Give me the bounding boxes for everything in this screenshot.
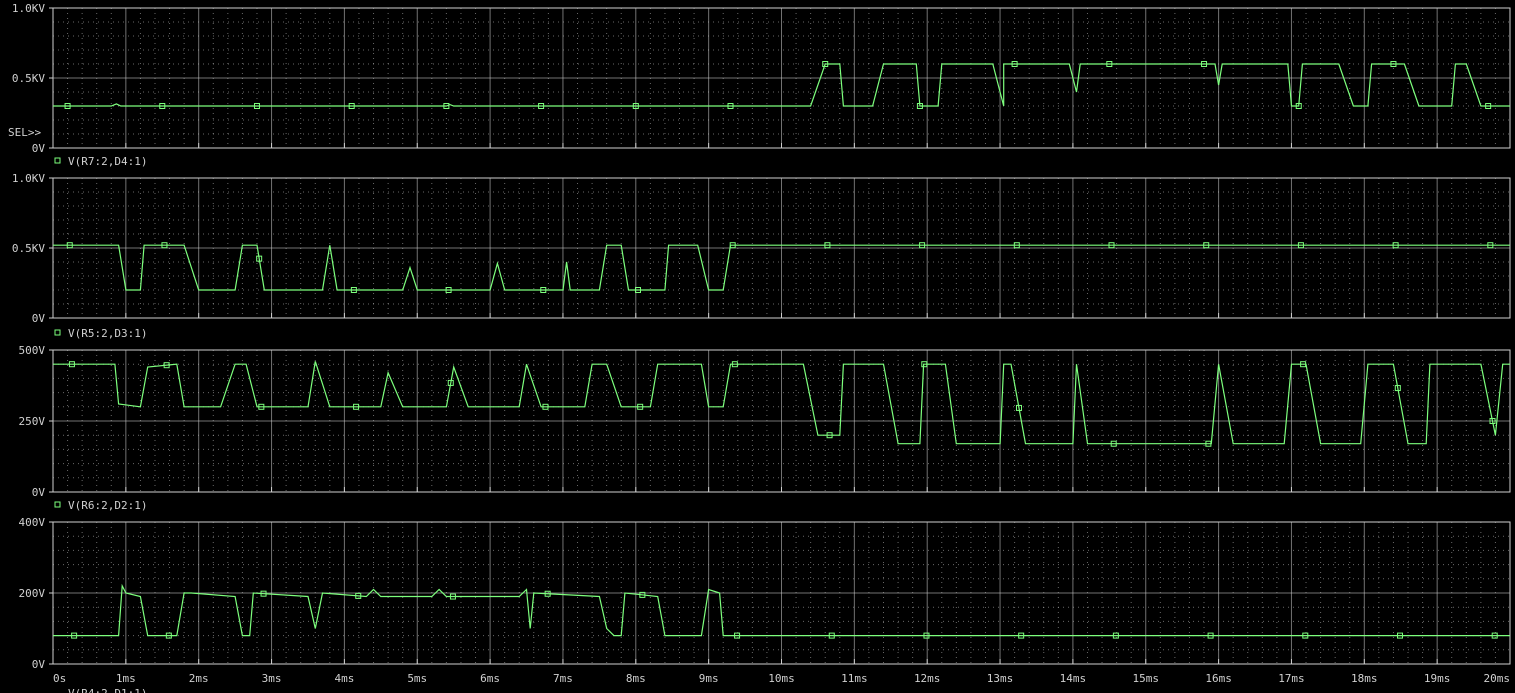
plot-panel-4: 400V 200V 0V [19,516,1511,671]
y-tick-label: 0V [32,312,46,325]
plot-panel-3: 500V 250V 0V [19,344,1511,499]
y-tick-label: 0.5KV [12,72,45,85]
bottom-legend-label-cutoff: V(R4:2,D1:1) [68,687,147,693]
plot-panel-1: 1.0KV 0.5KV 0V [12,2,1511,155]
x-tick-label: 3ms [262,672,282,685]
x-tick-label: 12ms [914,672,941,685]
x-tick-label: 11ms [841,672,868,685]
y-tick-label: 250V [19,415,46,428]
legend-marker [54,501,61,508]
x-tick-label: 14ms [1060,672,1087,685]
x-tick-label: 6ms [480,672,500,685]
x-tick-label: 16ms [1205,672,1232,685]
x-tick-label: 20ms [1484,672,1511,685]
waveform-plot-area: 1.0KV 0.5KV 0V 1.0KV 0.5KV 0V V(R7:2,D4:1) 500V… [8,2,1511,693]
x-tick-label: 0s [53,672,66,685]
legend-label: V(R5:2,D3:1) [68,327,147,340]
x-tick-label: 7ms [553,672,573,685]
x-tick-label: 17ms [1278,672,1305,685]
x-tick-label: 5ms [407,672,427,685]
y-tick-label: 200V [19,587,46,600]
x-tick-label: 19ms [1424,672,1451,685]
y-tick-label: 0.5KV [12,242,45,255]
legend-marker [54,157,61,164]
x-tick-label: 9ms [699,672,719,685]
y-tick-label: 0V [32,142,46,155]
legend-label: V(R6:2,D2:1) [68,499,147,512]
legend-marker [54,329,61,336]
x-tick-label: 8ms [626,672,646,685]
sel-marker: SEL>> [8,126,41,139]
legend-label: V(R7:2,D4:1) [68,155,147,168]
y-tick-label: 0V [32,658,46,671]
x-tick-label: 15ms [1133,672,1160,685]
x-tick-label: 18ms [1351,672,1378,685]
y-tick-label: 1.0KV [12,2,45,15]
x-tick-label: 4ms [334,672,354,685]
y-tick-label: 500V [19,344,46,357]
x-tick-label: 13ms [987,672,1014,685]
y-tick-label: 0V [32,486,46,499]
x-tick-label: 2ms [189,672,209,685]
plot-panel-2: 1.0KV 0.5KV 0V [12,172,1511,325]
x-tick-label: 1ms [116,672,136,685]
x-tick-label: 10ms [768,672,795,685]
y-tick-label: 1.0KV [12,172,45,185]
y-tick-label: 400V [19,516,46,529]
